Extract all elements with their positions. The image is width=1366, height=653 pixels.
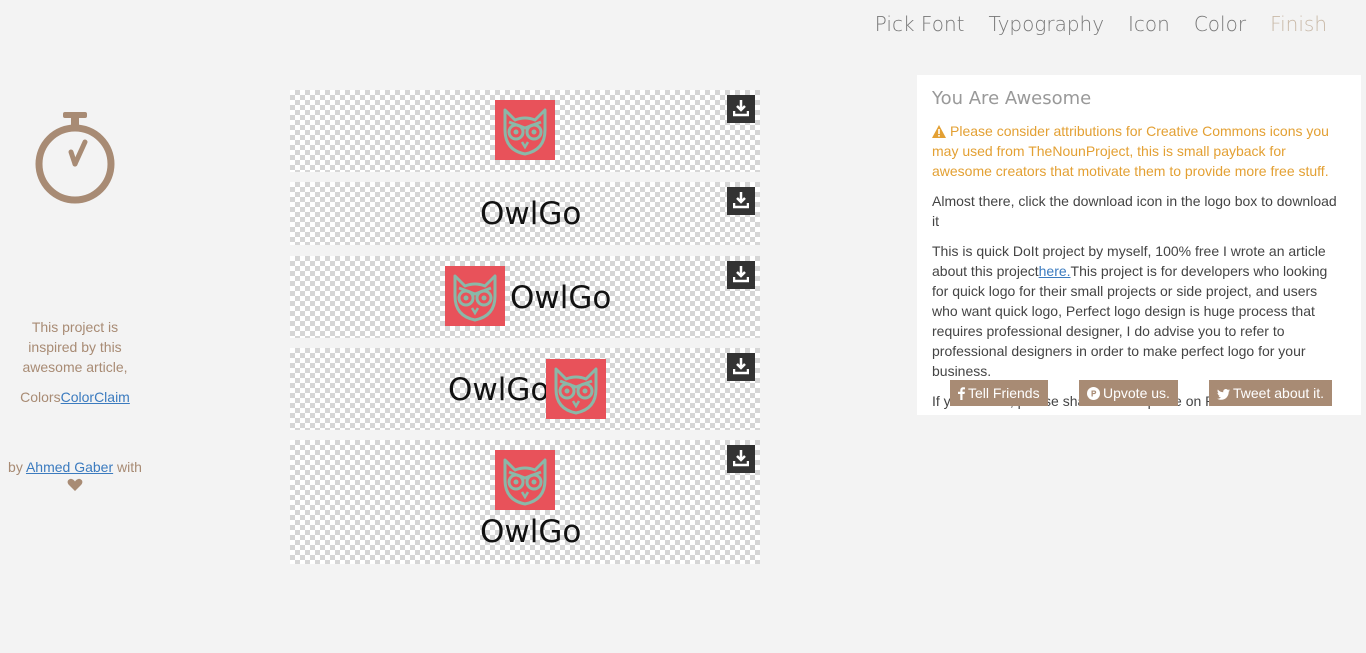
twitter-share-button[interactable]: Tweet about it.: [1209, 380, 1333, 406]
colorclaim-link[interactable]: ColorClaim: [61, 389, 130, 405]
brand-name: OwlGo: [480, 196, 582, 232]
nav-icon[interactable]: Icon: [1116, 12, 1182, 36]
about-text: This is quick DoIt project by myself, 10…: [932, 241, 1346, 381]
author-byline: by Ahmed Gaber with: [0, 457, 150, 493]
logo-box-icon-only: [290, 90, 760, 172]
producthunt-button-label: Upvote us.: [1103, 385, 1170, 401]
twitter-button-label: Tweet about it.: [1233, 385, 1325, 401]
attribution-warning: Please consider attributions for Creativ…: [932, 121, 1346, 181]
download-icon: [733, 266, 749, 283]
logo-box-text-only: OwlGo: [290, 182, 760, 245]
nav-typography[interactable]: Typography: [976, 12, 1116, 36]
facebook-button-label: Tell Friends: [968, 385, 1040, 401]
inspiration-note: This project is inspired by this awesome…: [10, 317, 140, 407]
download-instruction: Almost there, click the download icon in…: [932, 193, 1337, 229]
heart-icon: [67, 478, 83, 491]
producthunt-icon: [1087, 387, 1100, 400]
download-button[interactable]: [727, 445, 755, 473]
nav-color[interactable]: Color: [1182, 12, 1258, 36]
producthunt-upvote-button[interactable]: Upvote us.: [1079, 380, 1178, 406]
nav-pick-font[interactable]: Pick Font: [863, 12, 977, 36]
logo-box-icon-top: OwlGo: [290, 440, 760, 564]
download-icon: [733, 358, 749, 375]
owl-icon: [546, 359, 606, 419]
by-suffix: with: [117, 459, 142, 475]
brand-name: OwlGo: [480, 514, 582, 550]
owl-icon: [495, 100, 555, 160]
warning-icon: [932, 125, 946, 138]
about-suffix: This project is for developers who looki…: [932, 263, 1328, 379]
top-nav: Pick Font Typography Icon Color Finish: [863, 12, 1339, 36]
article-link[interactable]: here.: [1039, 263, 1071, 279]
colors-prefix: Colors: [20, 389, 61, 405]
brand-name: OwlGo: [448, 372, 550, 408]
logo-box-icon-left: OwlGo: [290, 256, 760, 338]
download-button[interactable]: [727, 187, 755, 215]
panel-title: You Are Awesome: [932, 88, 1092, 109]
inspired-text: This project is inspired by this awesome…: [22, 319, 128, 375]
brand-name: OwlGo: [510, 280, 612, 316]
sidebar: This project is inspired by this awesome…: [0, 0, 150, 653]
download-button[interactable]: [727, 95, 755, 123]
download-button[interactable]: [727, 261, 755, 289]
stopwatch-icon: [35, 112, 115, 204]
colors-credit: ColorsColorClaim: [10, 387, 140, 407]
download-icon: [733, 192, 749, 209]
download-icon: [733, 450, 749, 467]
twitter-icon: [1217, 389, 1230, 400]
warning-text: Please consider attributions for Creativ…: [932, 123, 1329, 179]
owl-icon: [495, 450, 555, 510]
by-prefix: by: [8, 459, 23, 475]
download-icon: [733, 100, 749, 117]
owl-icon: [445, 266, 505, 326]
logo-box-icon-right: OwlGo: [290, 348, 760, 430]
finish-panel: You Are Awesome Please consider attribut…: [917, 75, 1361, 415]
facebook-icon: [958, 387, 965, 400]
nav-finish[interactable]: Finish: [1258, 12, 1339, 36]
download-button[interactable]: [727, 353, 755, 381]
facebook-share-button[interactable]: Tell Friends: [950, 380, 1048, 406]
author-link[interactable]: Ahmed Gaber: [26, 459, 113, 475]
